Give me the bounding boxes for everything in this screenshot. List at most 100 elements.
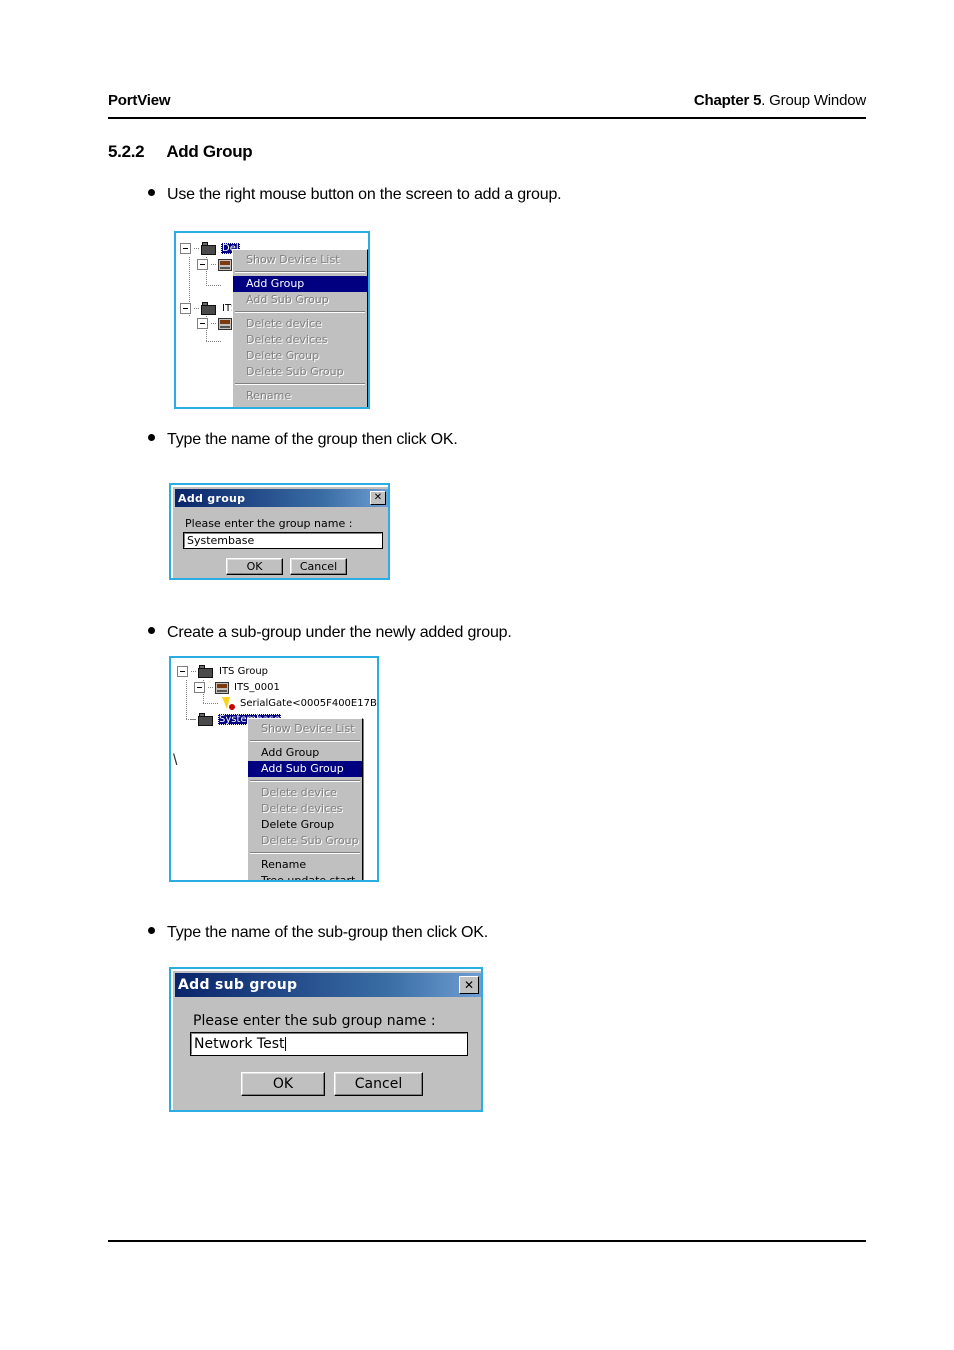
dialog-titlebar: Add group ✕	[175, 489, 388, 507]
tree-node-device[interactable]	[197, 316, 236, 331]
menu-separator	[235, 271, 365, 273]
ok-button[interactable]: OK	[226, 558, 283, 575]
ok-button[interactable]: OK	[241, 1072, 325, 1096]
bullet-text-2: Type the name of the group then click OK…	[167, 431, 458, 448]
menu-item-add-group[interactable]: Add Group	[233, 276, 367, 292]
stray-pen-mark: \	[173, 752, 178, 769]
folder-icon	[201, 242, 217, 255]
header-chapter: Chapter 5. Group Window	[694, 92, 866, 109]
section-title: Add Group	[166, 142, 253, 161]
dialog-titlebar: Add sub group ✕	[175, 973, 481, 997]
page-header: PortView Chapter 5. Group Window	[108, 92, 866, 109]
menu-item-tree-update-start[interactable]: Tree update start	[233, 404, 367, 407]
group-name-input[interactable]: Systembase	[183, 532, 383, 549]
bullet-item-2: Type the name of the group then click OK…	[148, 431, 458, 449]
menu-item-add-sub-group[interactable]: Add Sub Group	[248, 761, 362, 777]
menu-separator	[250, 852, 360, 854]
device-icon	[218, 317, 232, 330]
tree-connector	[186, 680, 187, 720]
dialog-title: Add group	[178, 491, 246, 505]
folder-icon	[198, 665, 214, 678]
tree-connector	[206, 285, 222, 286]
bullet-dot-icon	[148, 434, 155, 441]
menu-separator	[235, 383, 365, 385]
context-menu-1[interactable]: Show Device List Add Group Add Sub Group…	[232, 249, 368, 407]
footer-divider	[108, 1240, 866, 1242]
tree-node-its-0001[interactable]: ITS_0001	[194, 680, 281, 695]
text-caret	[285, 1037, 287, 1051]
menu-item-delete-sub-group[interactable]: Delete Sub Group	[248, 833, 362, 849]
menu-item-add-group[interactable]: Add Group	[248, 745, 362, 761]
cancel-button[interactable]: Cancel	[334, 1072, 423, 1096]
menu-item-delete-device[interactable]: Delete device	[233, 316, 367, 332]
tree-node-serialgate[interactable]: SerialGate<0005F400E17B>	[213, 696, 377, 711]
bullet-dot-icon	[148, 627, 155, 634]
tree-node-its[interactable]: ITS	[180, 301, 238, 316]
folder-icon	[201, 302, 217, 315]
tree-connector	[211, 323, 217, 324]
header-chapter-number: Chapter 5	[693, 92, 762, 109]
tree-connector	[194, 248, 200, 249]
bullet-dot-icon	[148, 189, 155, 196]
menu-item-delete-sub-group[interactable]: Delete Sub Group	[233, 364, 367, 380]
tree-connector	[191, 671, 197, 672]
bullet-item-1: Use the right mouse button on the screen…	[148, 186, 562, 204]
section-number: 5.2.2	[108, 142, 145, 161]
menu-item-delete-devices[interactable]: Delete devices	[233, 332, 367, 348]
dialog-prompt: Please enter the group name :	[185, 517, 353, 530]
header-divider	[108, 117, 866, 119]
dialog-prompt: Please enter the sub group name :	[193, 1013, 436, 1029]
figure-add-group-dialog: Add group ✕ Please enter the group name …	[169, 483, 390, 580]
add-group-dialog: Add group ✕ Please enter the group name …	[171, 485, 388, 578]
menu-item-show-device-list[interactable]: Show Device List	[248, 721, 362, 737]
menu-item-delete-device[interactable]: Delete device	[248, 785, 362, 801]
bullet-text-4: Type the name of the sub-group then clic…	[167, 924, 488, 941]
tree-connector	[194, 308, 200, 309]
menu-separator	[235, 311, 365, 313]
tree-node-label[interactable]: ITS Group	[218, 666, 269, 677]
tree-node-root[interactable]: Del	[180, 241, 240, 256]
close-icon[interactable]: ✕	[459, 976, 479, 994]
menu-item-delete-group[interactable]: Delete Group	[233, 348, 367, 364]
bullet-text-3: Create a sub-group under the newly added…	[167, 624, 512, 641]
bullet-item-3: Create a sub-group under the newly added…	[148, 624, 512, 642]
tree-connector	[191, 719, 197, 720]
cancel-button[interactable]: Cancel	[290, 558, 347, 575]
tree-connector	[211, 264, 217, 265]
tree-node-label[interactable]: SerialGate<0005F400E17B>	[239, 698, 377, 709]
device-icon	[218, 258, 232, 271]
add-sub-group-dialog: Add sub group ✕ Please enter the sub gro…	[171, 969, 481, 1110]
tree-node-its-group[interactable]: ITS Group	[177, 664, 269, 679]
menu-item-delete-group[interactable]: Delete Group	[248, 817, 362, 833]
menu-item-delete-devices[interactable]: Delete devices	[248, 801, 362, 817]
tree-node-device[interactable]	[197, 257, 236, 272]
tree-connector	[208, 687, 214, 688]
menu-item-show-device-list[interactable]: Show Device List	[233, 252, 367, 268]
menu-separator	[250, 780, 360, 782]
menu-item-rename[interactable]: Rename	[233, 388, 367, 404]
figure-add-group-context-menu: Del ITS A> S> B> Show Device List Add Gr…	[174, 231, 370, 409]
tree-expander-icon[interactable]	[194, 682, 205, 693]
tree-expander-icon[interactable]	[197, 259, 208, 270]
context-menu-2[interactable]: Show Device List Add Group Add Sub Group…	[247, 718, 363, 880]
sub-group-name-value: Network Test	[194, 1036, 285, 1052]
menu-separator	[250, 740, 360, 742]
sub-group-name-input[interactable]: Network Test	[190, 1032, 468, 1056]
menu-item-add-sub-group[interactable]: Add Sub Group	[233, 292, 367, 308]
tree-expander-icon[interactable]	[197, 318, 208, 329]
tree-connector	[206, 341, 222, 342]
menu-item-rename[interactable]: Rename	[248, 857, 362, 873]
close-icon[interactable]: ✕	[370, 491, 386, 505]
figure-add-sub-group-dialog: Add sub group ✕ Please enter the sub gro…	[169, 967, 483, 1112]
tree-node-label[interactable]: ITS_0001	[233, 682, 281, 693]
tree-connector	[213, 703, 219, 704]
header-chapter-title: . Group Window	[761, 92, 866, 109]
tree-expander-icon[interactable]	[180, 303, 191, 314]
tree-expander-icon[interactable]	[180, 243, 191, 254]
bullet-item-4: Type the name of the sub-group then clic…	[148, 924, 488, 942]
tree-expander-icon[interactable]	[177, 666, 188, 677]
menu-item-tree-update-start[interactable]: Tree update start	[248, 873, 362, 880]
device-icon	[215, 681, 229, 694]
group-name-value: Systembase	[187, 534, 255, 547]
dialog-title: Add sub group	[178, 977, 298, 993]
